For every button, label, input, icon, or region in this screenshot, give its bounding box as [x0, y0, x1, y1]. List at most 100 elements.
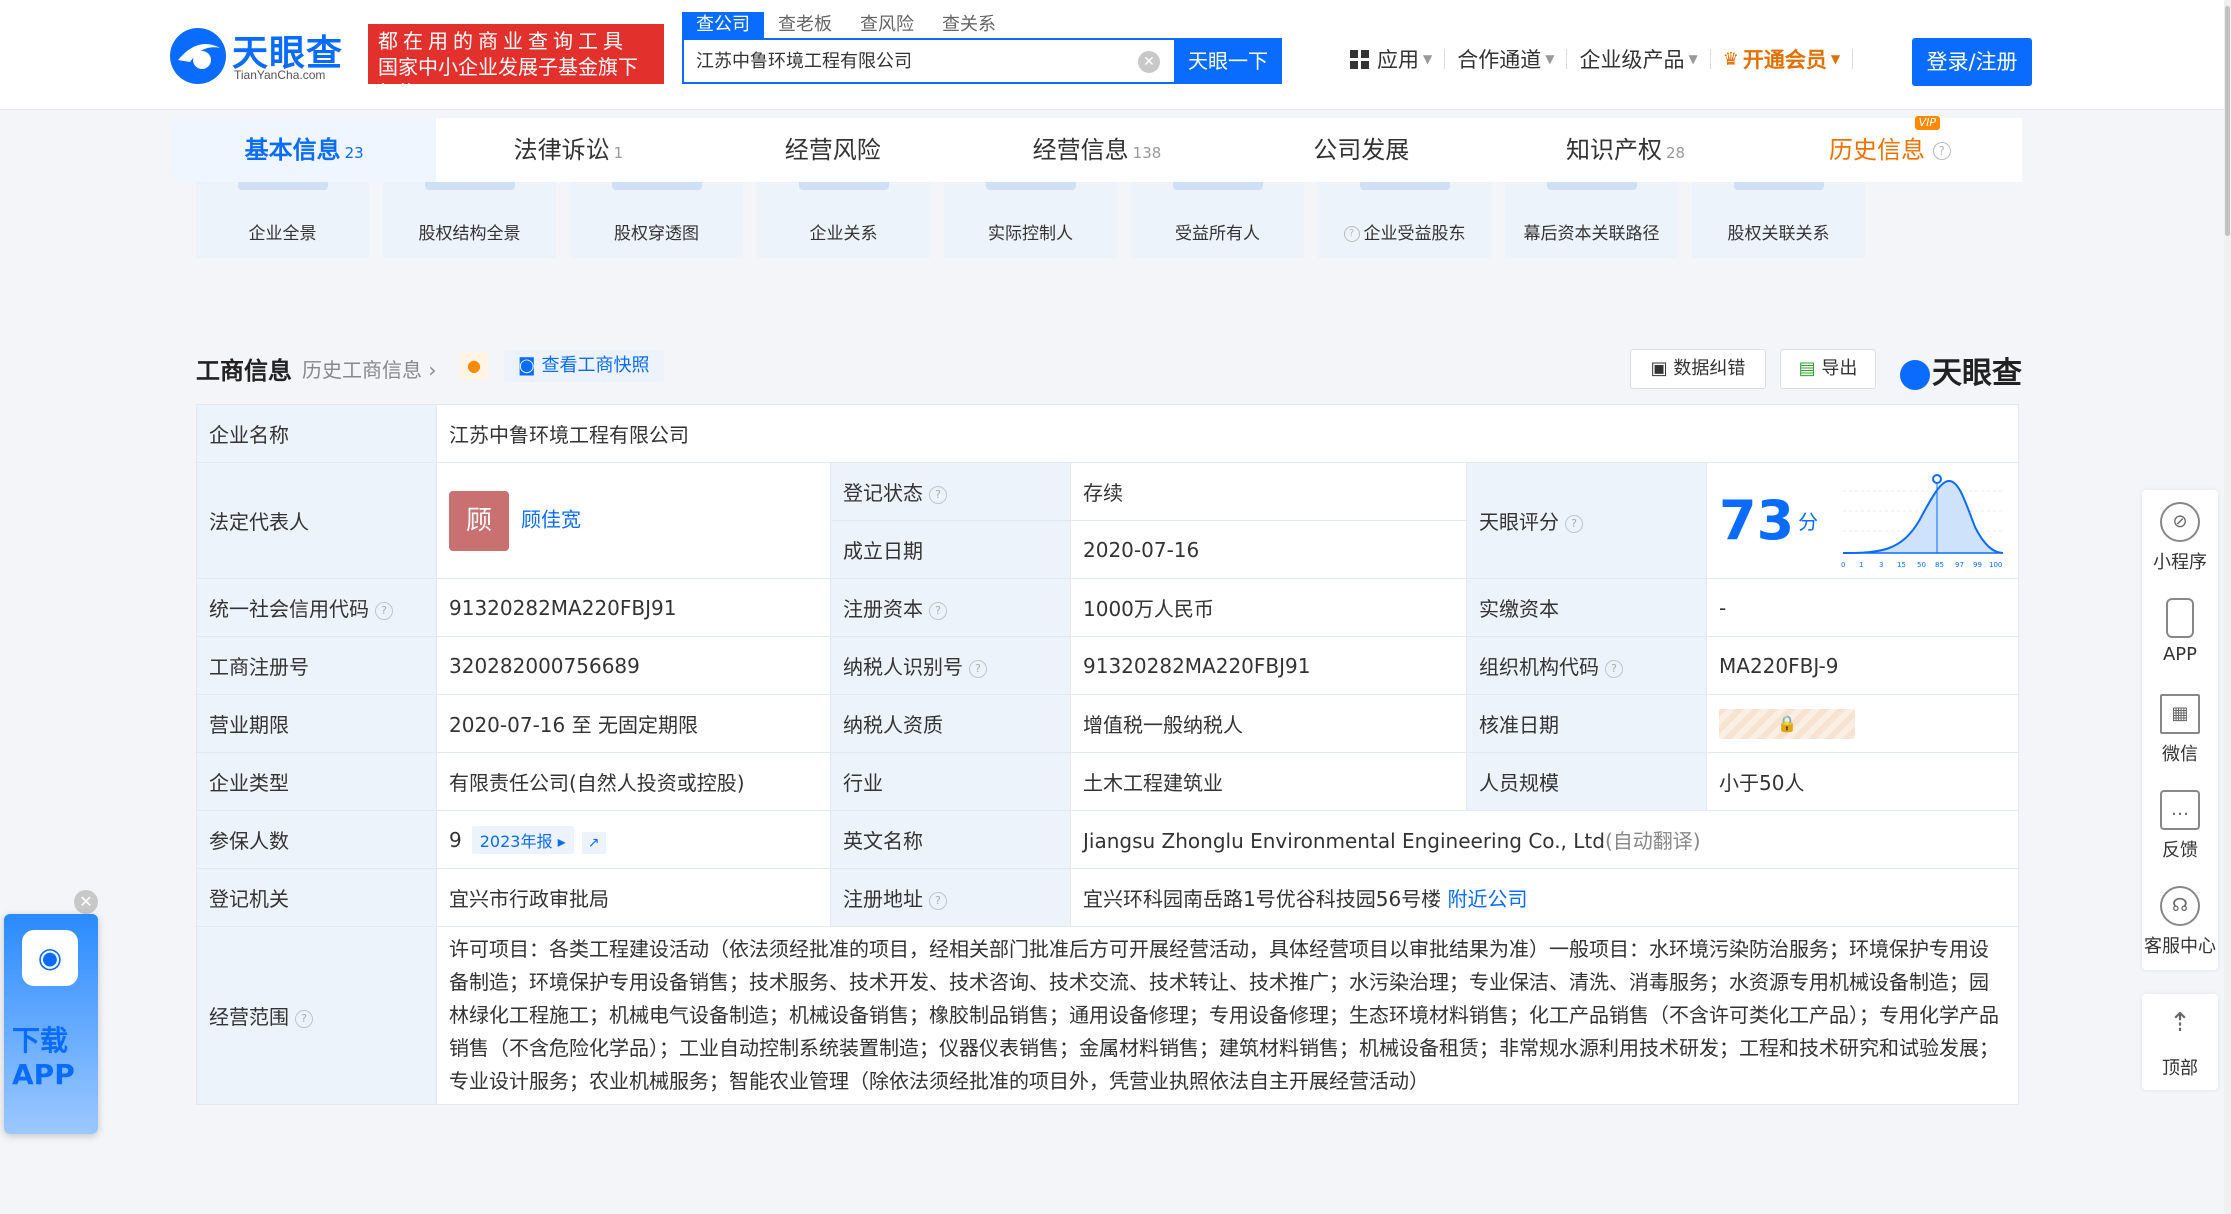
- cell-label: 统一社会信用代码?: [196, 578, 437, 637]
- tab-risk[interactable]: 经营风险: [701, 118, 965, 182]
- card-beneficial-owner[interactable]: 受益所有人: [1131, 182, 1304, 258]
- industry-value: 土木工程建筑业: [1070, 752, 1467, 811]
- snapshot-button[interactable]: ◙ 查看工商快照: [504, 350, 664, 382]
- card-thumbnail: [424, 182, 515, 190]
- export-button[interactable]: ▤ 导出: [1780, 349, 1876, 389]
- card-equity-penetration[interactable]: 股权穿透图: [570, 182, 743, 258]
- clear-search-icon[interactable]: ✕: [1138, 51, 1160, 73]
- card-overview[interactable]: 企业全景: [196, 182, 369, 258]
- search-tab-risk[interactable]: 查风险: [846, 12, 928, 38]
- vip-menu[interactable]: ♛ 开通会员 ▼: [1711, 44, 1852, 74]
- nav-divider: [1852, 49, 1854, 69]
- help-icon[interactable]: ?: [929, 891, 947, 910]
- side-feedback[interactable]: … 反馈: [2142, 778, 2218, 874]
- address-cell: 宜兴环科园南岳路1号优谷科技园56号楼 附近公司: [1070, 868, 2019, 927]
- tab-business[interactable]: 经营信息 138: [965, 118, 1229, 182]
- help-icon[interactable]: ?: [1565, 514, 1583, 533]
- help-icon[interactable]: ?: [295, 1009, 313, 1028]
- side-wechat[interactable]: ▦ 微信: [2142, 682, 2218, 778]
- edit-doc-icon: ▣: [1650, 358, 1668, 379]
- label-text: 注册地址: [843, 887, 923, 911]
- help-icon[interactable]: ?: [1932, 142, 1951, 160]
- tianyancha-logo[interactable]: 天眼查 TianYanCha.com: [168, 24, 368, 88]
- enterprise-menu[interactable]: 企业级产品 ▼: [1567, 44, 1709, 74]
- close-icon[interactable]: ✕: [74, 890, 98, 914]
- card-relations[interactable]: 企业关系: [757, 182, 930, 258]
- cell-label: 天眼评分?: [1466, 462, 1707, 579]
- address-value: 宜兴环科园南岳路1号优谷科技园56号楼: [1083, 887, 1442, 911]
- approve-date-cell: 🔒: [1706, 694, 2019, 753]
- side-mini-program[interactable]: ⊘ 小程序: [2142, 490, 2218, 586]
- tab-history[interactable]: 历史信息 ? VIP: [1758, 116, 2022, 182]
- tab-label: 经营风险: [784, 136, 881, 164]
- side-customer-service[interactable]: ☊ 客服中心: [2142, 874, 2218, 970]
- help-icon[interactable]: ?: [929, 485, 947, 504]
- annual-report-tag[interactable]: 2023年报 ▸: [471, 825, 574, 854]
- table-row: 法定代表人 顾顾佳宽 登记状态? 存续 天眼评分? 73 分 0 1 3 15 …: [196, 462, 2019, 579]
- tab-count: 138: [1132, 144, 1162, 162]
- tab-basic-info[interactable]: 基本信息 23: [172, 118, 437, 182]
- lock-icon[interactable]: 🔒: [1719, 708, 1855, 739]
- reg-status-value: 存续: [1070, 462, 1467, 521]
- side-label: 反馈: [2162, 840, 2198, 861]
- card-controller[interactable]: 实际控制人: [944, 182, 1117, 258]
- crown-icon: ♛: [1722, 48, 1739, 70]
- channel-menu[interactable]: 合作通道 ▼: [1445, 44, 1566, 74]
- tab-label: 历史信息: [1829, 136, 1925, 164]
- table-row: 经营范围? 许可项目：各类工程建设活动（依法须经批准的项目，经相关部门批准后方可…: [196, 926, 2019, 1105]
- side-toolbar: ⊘ 小程序 APP ▦ 微信 … 反馈 ☊ 客服中心: [2142, 490, 2218, 970]
- bell-icon[interactable]: ●: [460, 352, 488, 380]
- card-label: 幕后资本关联路径: [1523, 224, 1660, 244]
- card-thumbnail: [1359, 182, 1450, 190]
- cell-label: 登记状态?: [830, 462, 1071, 521]
- card-equity-relation[interactable]: 股权关联关系: [1692, 182, 1865, 258]
- business-scope-value: 许可项目：各类工程建设活动（依法须经批准的项目，经相关部门批准后方可开展经营活动…: [436, 926, 2019, 1105]
- eye-logo-icon: ◉: [22, 930, 78, 986]
- scrollbar-thumb[interactable]: [2225, 6, 2230, 236]
- search-tab-boss[interactable]: 查老板: [764, 12, 846, 38]
- side-app[interactable]: APP: [2142, 586, 2218, 682]
- card-label: 股权关联关系: [1727, 224, 1830, 244]
- tab-ip[interactable]: 知识产权 28: [1493, 118, 1757, 182]
- search-button[interactable]: 天眼一下: [1174, 38, 1282, 84]
- avatar[interactable]: 顾: [449, 490, 509, 551]
- scrollbar[interactable]: [2224, 0, 2231, 1214]
- score-cell[interactable]: 73 分 0 1 3 15 50 85 97 99 100: [1706, 462, 2019, 579]
- help-icon[interactable]: ?: [929, 601, 947, 620]
- back-to-top-button[interactable]: ⇡ 顶部: [2142, 994, 2218, 1090]
- card-capital-path[interactable]: 幕后资本关联路径: [1505, 182, 1678, 258]
- help-icon[interactable]: ?: [375, 601, 393, 620]
- login-register-button[interactable]: 登录/注册: [1912, 38, 2032, 86]
- card-thumbnail: [237, 182, 328, 190]
- cell-label: 纳税人识别号?: [830, 636, 1071, 695]
- cell-label: 法定代表人: [196, 462, 437, 579]
- app-download-button[interactable]: ◉ 下载 APP: [4, 914, 98, 1134]
- data-correction-button[interactable]: ▣ 数据纠错: [1630, 349, 1766, 389]
- tab-label: 公司发展: [1313, 136, 1410, 164]
- tick-label: 3: [1879, 561, 1883, 569]
- chevron-down-icon: ▼: [1688, 52, 1698, 66]
- history-business-info-link[interactable]: 历史工商信息 ›: [302, 354, 436, 383]
- cell-label: 核准日期: [1466, 694, 1707, 753]
- search-tab-relation[interactable]: 查关系: [928, 12, 1010, 38]
- trend-chart-icon[interactable]: ↗: [581, 831, 606, 854]
- slogan-banner: 都在用的商业查询工具 国家中小企业发展子基金旗下机构: [368, 24, 664, 105]
- help-icon[interactable]: ?: [1605, 659, 1623, 678]
- help-icon[interactable]: ?: [969, 659, 987, 678]
- app-download-float: ✕ ◉ 下载 APP: [0, 890, 100, 1134]
- card-thumbnail: [1733, 182, 1824, 190]
- tab-development[interactable]: 公司发展: [1229, 118, 1493, 182]
- eye-logo-icon: [1900, 359, 1930, 390]
- english-name-value: Jiangsu Zhonglu Environmental Engineerin…: [1083, 829, 1605, 853]
- apps-menu[interactable]: 应用 ▼: [1338, 44, 1444, 74]
- label-text: 天眼评分: [1479, 510, 1559, 534]
- card-beneficial-shareholder[interactable]: ? 企业受益股东: [1318, 182, 1491, 258]
- search-tab-company[interactable]: 查公司: [682, 12, 764, 38]
- tab-legal[interactable]: 法律诉讼 1: [436, 118, 700, 182]
- search-input[interactable]: [696, 49, 1116, 70]
- legal-rep-link[interactable]: 顾佳宽: [521, 507, 581, 531]
- channel-label: 合作通道: [1457, 48, 1542, 72]
- help-icon[interactable]: ?: [1343, 226, 1360, 242]
- nearby-companies-link[interactable]: 附近公司: [1448, 887, 1528, 911]
- card-equity-structure[interactable]: 股权结构全景: [383, 182, 556, 258]
